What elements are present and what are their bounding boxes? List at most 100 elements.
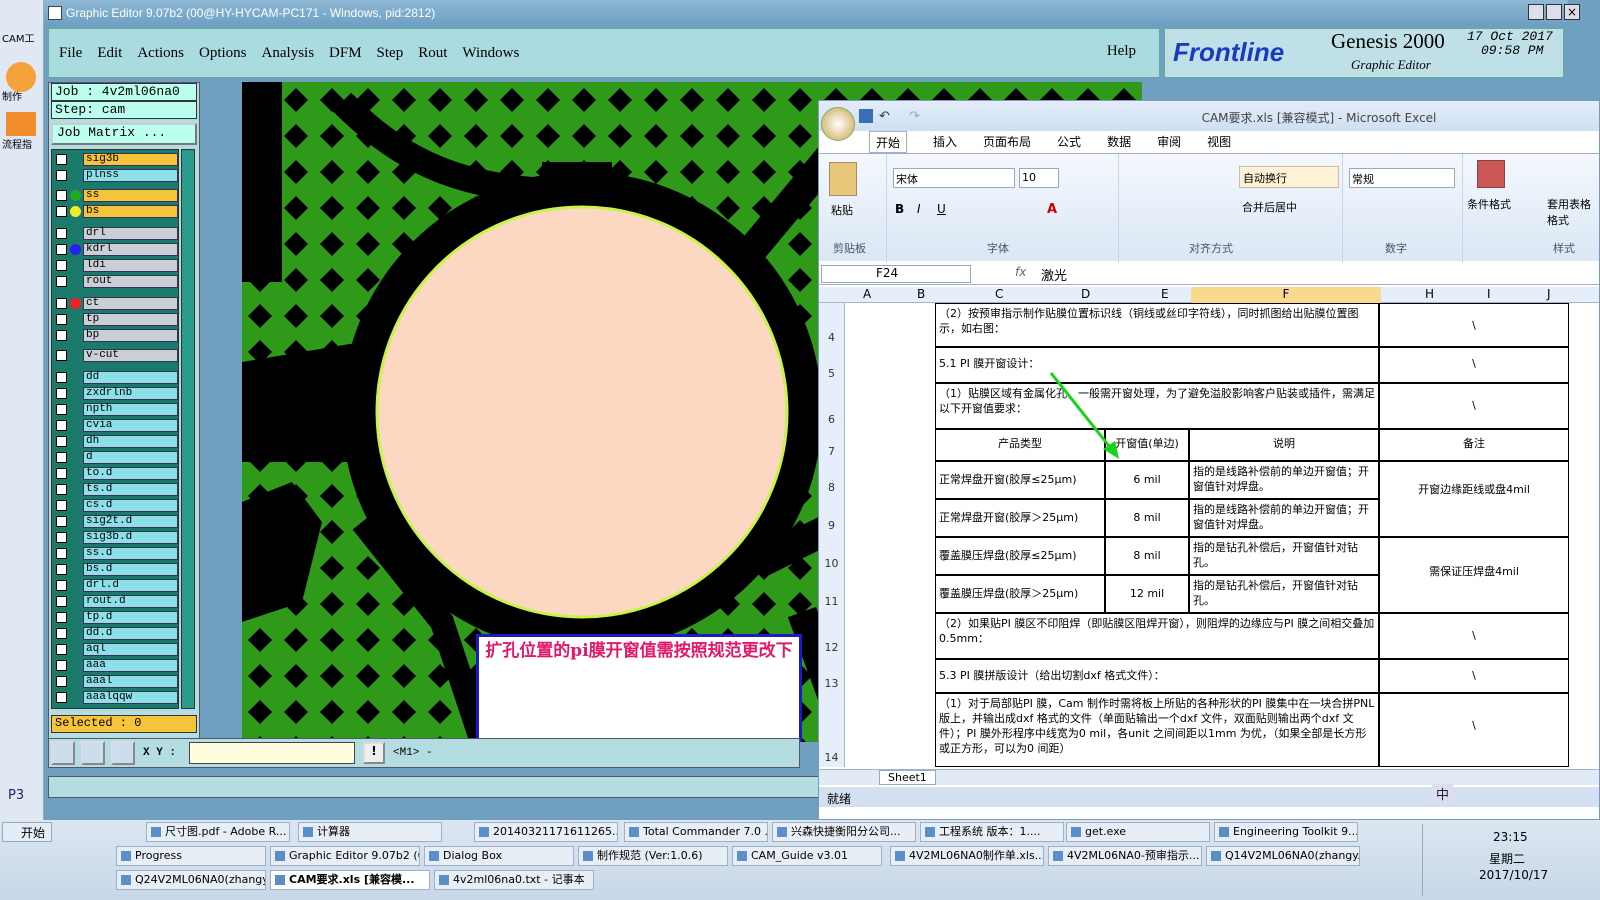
layer-row[interactable]: ts.d	[56, 482, 178, 496]
layer-name[interactable]: npth	[83, 402, 178, 416]
layer-checkbox[interactable]	[56, 243, 67, 255]
grid-icon[interactable]	[111, 741, 135, 765]
layer-name[interactable]: sig2t.d	[83, 514, 178, 528]
layer-checkbox[interactable]	[56, 259, 67, 271]
layer-name[interactable]: kdrl	[83, 242, 178, 256]
menu-dfm[interactable]: DFM	[329, 45, 362, 62]
layer-name[interactable]: bp	[83, 328, 178, 342]
layer-checkbox[interactable]	[56, 297, 67, 309]
menu-help[interactable]: Help	[1107, 43, 1136, 60]
layer-row[interactable]: npth	[56, 402, 178, 416]
layer-name[interactable]: bs.d	[83, 562, 178, 576]
app-close-icon[interactable]	[48, 6, 62, 20]
task-6[interactable]: 工程系统 版本：1....	[920, 822, 1064, 842]
layer-name[interactable]: to.d	[83, 466, 178, 480]
layer-checkbox[interactable]	[56, 275, 67, 287]
maximize-button[interactable]	[1546, 4, 1562, 20]
layer-checkbox[interactable]	[56, 547, 67, 559]
layer-name[interactable]: rout	[83, 274, 178, 288]
layer-row[interactable]: sig3b	[56, 152, 178, 166]
menu-options[interactable]: Options	[199, 45, 247, 62]
layer-row[interactable]: bp	[56, 328, 178, 342]
task-12[interactable]: 制作规范 (Ver:1.0.6)	[578, 846, 728, 866]
layer-checkbox[interactable]	[56, 169, 67, 181]
layer-checkbox[interactable]	[56, 595, 67, 607]
layer-name[interactable]: bs	[83, 204, 178, 218]
menu-rout[interactable]: Rout	[418, 45, 447, 62]
alert-icon[interactable]: !	[363, 742, 385, 764]
layer-row[interactable]: plnss	[56, 168, 178, 182]
task-3[interactable]: 20140321171611265....	[474, 822, 618, 842]
layer-row[interactable]: dd	[56, 370, 178, 384]
layer-row[interactable]: zxdrlnb	[56, 386, 178, 400]
layer-checkbox[interactable]	[56, 531, 67, 543]
left-item-1[interactable]: 制作	[2, 88, 22, 103]
clock-time[interactable]: 23:15	[1493, 830, 1528, 844]
layer-checkbox[interactable]	[56, 675, 67, 687]
layer-row[interactable]: d	[56, 450, 178, 464]
task-7[interactable]: get.exe	[1066, 822, 1210, 842]
sheet1-tab[interactable]: Sheet1	[879, 770, 936, 785]
layer-name[interactable]: dh	[83, 434, 178, 448]
layer-checkbox[interactable]	[56, 419, 67, 431]
layer-row[interactable]: ldi	[56, 258, 178, 272]
layer-checkbox[interactable]	[56, 371, 67, 383]
layer-name[interactable]: aaa	[83, 658, 178, 672]
layer-row[interactable]: v-cut	[56, 348, 178, 362]
layer-row[interactable]: drl	[56, 226, 178, 240]
layer-checkbox[interactable]	[56, 611, 67, 623]
layer-checkbox[interactable]	[56, 483, 67, 495]
layer-checkbox[interactable]	[56, 627, 67, 639]
layer-row[interactable]: cs.d	[56, 498, 178, 512]
layer-name[interactable]: ldi	[83, 258, 178, 272]
layer-checkbox[interactable]	[56, 205, 67, 217]
zoom-icon[interactable]	[51, 741, 75, 765]
layer-row[interactable]: drl.d	[56, 578, 178, 592]
xy-input[interactable]	[189, 742, 355, 764]
layer-checkbox[interactable]	[56, 579, 67, 591]
task-10[interactable]: Graphic Editor 9.07b2 (0...	[270, 846, 420, 866]
layer-name[interactable]: drl.d	[83, 578, 178, 592]
layer-checkbox[interactable]	[56, 313, 67, 325]
layer-name[interactable]: sig3b	[83, 152, 178, 166]
layer-row[interactable]: cvia	[56, 418, 178, 432]
layer-name[interactable]: sig3b.d	[83, 530, 178, 544]
layer-row[interactable]: ss	[56, 188, 178, 202]
layer-name[interactable]: ts.d	[83, 482, 178, 496]
layer-row[interactable]: sig3b.d	[56, 530, 178, 544]
layer-checkbox[interactable]	[56, 387, 67, 399]
flow-icon[interactable]	[6, 112, 36, 136]
layer-row[interactable]: dh	[56, 434, 178, 448]
layer-name[interactable]: rout.d	[83, 594, 178, 608]
close-button[interactable]: ×	[1564, 4, 1580, 20]
layer-name[interactable]: ct	[83, 296, 178, 310]
layer-row[interactable]: rout	[56, 274, 178, 288]
layer-checkbox[interactable]	[56, 435, 67, 447]
layer-name[interactable]: aql	[83, 642, 178, 656]
minimize-button[interactable]	[1528, 4, 1544, 20]
layer-name[interactable]: drl	[83, 226, 178, 240]
layer-checkbox[interactable]	[56, 329, 67, 341]
task-1[interactable]: 尺寸图.pdf - Adobe R...	[146, 822, 290, 842]
task-2[interactable]: 计算器	[298, 822, 442, 842]
task-5[interactable]: 兴森快捷衡阳分公司...	[772, 822, 916, 842]
menu-step[interactable]: Step	[377, 45, 404, 62]
layer-row[interactable]: aaalqqw	[56, 690, 178, 704]
job-matrix-button[interactable]: Job Matrix ...	[51, 123, 197, 145]
task-15[interactable]: 4V2ML06NA0-预审指示...	[1048, 846, 1202, 866]
layer-name[interactable]: tp	[83, 312, 178, 326]
layer-name[interactable]: dd.d	[83, 626, 178, 640]
ime-indicator[interactable]: 中	[1432, 784, 1454, 803]
layer-row[interactable]: ct	[56, 296, 178, 310]
layer-row[interactable]: bs	[56, 204, 178, 218]
task-13[interactable]: CAM_Guide v3.01	[732, 846, 882, 866]
layer-row[interactable]: aaal	[56, 674, 178, 688]
layer-name[interactable]: ss	[83, 188, 178, 202]
layer-row[interactable]: aaa	[56, 658, 178, 672]
layer-name[interactable]: ss.d	[83, 546, 178, 560]
layer-checkbox[interactable]	[56, 451, 67, 463]
layer-row[interactable]: tp	[56, 312, 178, 326]
task-8[interactable]: Engineering Toolkit 9....	[1214, 822, 1358, 842]
task-16[interactable]: Q14V2ML06NA0(zhangy...	[1206, 846, 1360, 866]
layer-checkbox[interactable]	[56, 467, 67, 479]
